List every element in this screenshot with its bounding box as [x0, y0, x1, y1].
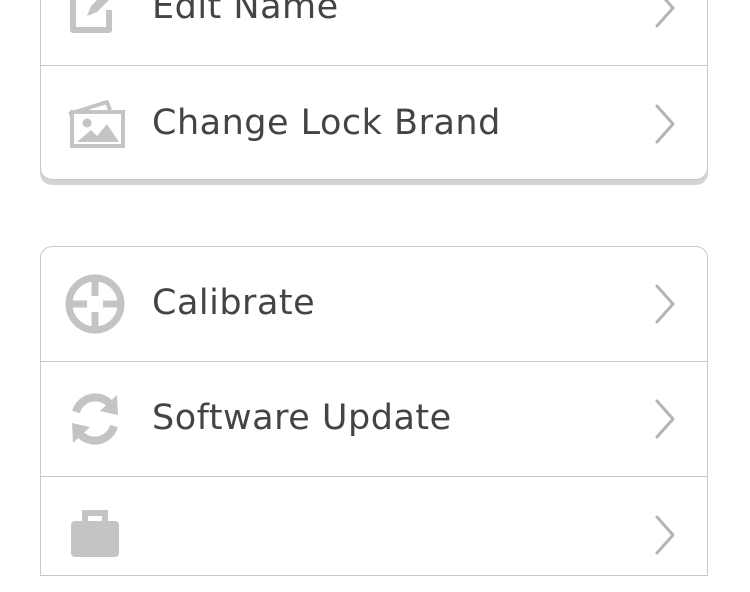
crosshair-icon — [63, 272, 127, 336]
settings-group-device: Calibrate Software Update — [40, 246, 708, 576]
settings-group-lock: Edit Name Change Lock Brand — [40, 0, 708, 180]
menu-row-calibrate[interactable]: Calibrate — [41, 247, 707, 362]
menu-row-edit-name[interactable]: Edit Name — [41, 0, 707, 66]
image-icon — [63, 92, 127, 156]
menu-row-software-update[interactable]: Software Update — [41, 362, 707, 477]
menu-row-label: Change Lock Brand — [152, 102, 501, 143]
menu-row-label: Software Update — [152, 398, 452, 439]
menu-row-label: Calibrate — [152, 283, 316, 324]
menu-row-partial[interactable] — [41, 477, 707, 592]
chevron-right-icon — [651, 0, 679, 30]
menu-row-label: Edit Name — [152, 0, 339, 28]
chevron-right-icon — [651, 513, 679, 557]
chevron-right-icon — [651, 397, 679, 441]
edit-icon — [63, 0, 127, 40]
chevron-right-icon — [651, 282, 679, 326]
refresh-icon — [63, 387, 127, 451]
menu-row-change-lock-brand[interactable]: Change Lock Brand — [41, 66, 707, 181]
briefcase-icon — [63, 503, 127, 567]
chevron-right-icon — [651, 102, 679, 146]
